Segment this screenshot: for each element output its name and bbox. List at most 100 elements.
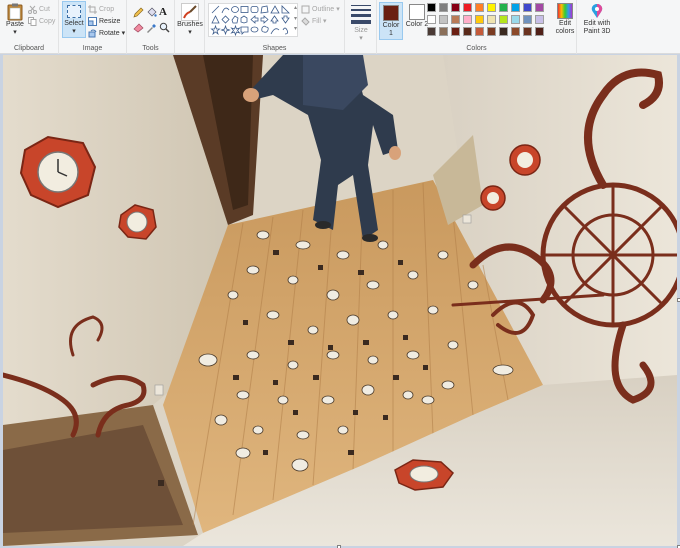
shapes-gallery[interactable]: ▴ ▾ ▾ bbox=[208, 3, 298, 37]
palette-swatch[interactable] bbox=[511, 15, 520, 24]
crop-label: Crop bbox=[99, 6, 115, 13]
palette-swatch[interactable] bbox=[451, 3, 460, 12]
paste-button[interactable]: Paste ▾ bbox=[4, 3, 26, 37]
palette-swatch[interactable] bbox=[475, 15, 484, 24]
shapes-gallery-icons bbox=[210, 5, 290, 37]
palette-swatch[interactable] bbox=[475, 27, 484, 36]
copy-icon bbox=[28, 17, 37, 26]
colors-group-label: Colors bbox=[466, 45, 487, 52]
wall-clock-large bbox=[19, 135, 97, 209]
size-group: Size ▾ bbox=[345, 0, 377, 54]
rotate-label: Rotate bbox=[99, 30, 120, 37]
fill-button[interactable]: Fill ▾ bbox=[301, 16, 326, 27]
scissors-icon bbox=[28, 5, 37, 14]
edit-colors-button[interactable]: Edit colors bbox=[553, 2, 577, 42]
palette-swatch[interactable] bbox=[439, 15, 448, 24]
select-rect-icon bbox=[67, 5, 81, 18]
paint3d-group: Edit with Paint 3D bbox=[577, 0, 617, 54]
canvas-area bbox=[0, 55, 680, 548]
palette-swatch[interactable] bbox=[463, 27, 472, 36]
select-button[interactable]: Select ▾ bbox=[62, 1, 86, 38]
brushes-label: Brushes bbox=[177, 21, 203, 28]
resize-button[interactable]: Resize bbox=[88, 16, 120, 27]
palette-swatch[interactable] bbox=[523, 15, 532, 24]
fill-icon bbox=[301, 17, 310, 26]
wall-clock-right-2 bbox=[480, 185, 506, 211]
tools-group-label: Tools bbox=[142, 45, 159, 52]
ribbon-toolbar: Paste ▾ Cut Copy Clipboard Select ▾ Crop… bbox=[0, 0, 680, 54]
palette-swatch[interactable] bbox=[487, 27, 496, 36]
brush-icon bbox=[181, 3, 199, 21]
chevron-down-icon: ▾ bbox=[121, 30, 126, 37]
palette-swatch[interactable] bbox=[511, 3, 520, 12]
chevron-down-icon: ▾ bbox=[359, 35, 363, 42]
pencil-icon[interactable] bbox=[133, 7, 144, 18]
palette-swatch[interactable] bbox=[535, 15, 544, 24]
palette-swatch[interactable] bbox=[451, 15, 460, 24]
clipboard-group-label: Clipboard bbox=[14, 45, 44, 52]
palette-swatch[interactable] bbox=[451, 27, 460, 36]
paint3d-icon bbox=[589, 3, 605, 19]
image-group: Select ▾ Crop Resize Rotate ▾ Image bbox=[59, 0, 127, 54]
color-picker-icon[interactable] bbox=[146, 22, 157, 33]
palette-swatch[interactable] bbox=[511, 27, 520, 36]
chevron-down-icon: ▾ bbox=[336, 6, 340, 13]
select-label: Select bbox=[64, 20, 84, 27]
edit-with-paint3d-button[interactable]: Edit with Paint 3D bbox=[579, 2, 615, 42]
palette-swatch[interactable] bbox=[499, 15, 508, 24]
paint-window: Paste ▾ Cut Copy Clipboard Select ▾ Crop… bbox=[0, 0, 680, 548]
edit-colors-label: Edit colors bbox=[555, 20, 575, 35]
palette-swatch[interactable] bbox=[487, 3, 496, 12]
palette-swatch[interactable] bbox=[535, 27, 544, 36]
tools-group: A Tools bbox=[127, 0, 175, 54]
shapes-group-label: Shapes bbox=[262, 45, 287, 52]
text-icon[interactable]: A bbox=[159, 6, 170, 18]
palette-swatch[interactable] bbox=[499, 27, 508, 36]
chevron-down-icon: ▾ bbox=[322, 18, 327, 25]
scroll-up-icon[interactable]: ▴ bbox=[294, 4, 297, 11]
palette-swatch[interactable] bbox=[463, 3, 472, 12]
fill-bucket-icon[interactable] bbox=[146, 7, 157, 18]
outline-icon bbox=[301, 5, 310, 14]
color1-label: Color 1 bbox=[382, 22, 400, 37]
resize-label: Resize bbox=[99, 18, 121, 25]
palette-swatch[interactable] bbox=[439, 27, 448, 36]
cut-button[interactable]: Cut bbox=[28, 4, 50, 15]
painting-surreal-room-clocks bbox=[3, 55, 677, 546]
rotate-button[interactable]: Rotate ▾ bbox=[88, 28, 125, 39]
fill-label: Fill bbox=[312, 18, 321, 25]
eraser-icon[interactable] bbox=[133, 22, 144, 33]
chevron-down-icon: ▾ bbox=[72, 28, 76, 35]
palette-swatch[interactable] bbox=[535, 3, 544, 12]
palette-swatch[interactable] bbox=[427, 3, 436, 12]
scroll-down-icon[interactable]: ▾ bbox=[294, 15, 297, 22]
palette-swatch[interactable] bbox=[463, 15, 472, 24]
color1-button[interactable]: Color 1 bbox=[379, 2, 403, 40]
rotate-icon bbox=[88, 29, 97, 38]
color2-swatch bbox=[409, 4, 425, 20]
palette-swatch[interactable] bbox=[523, 3, 532, 12]
size-button[interactable]: Size ▾ bbox=[348, 3, 374, 42]
brushes-button[interactable]: Brushes ▾ bbox=[177, 3, 203, 37]
resize-icon bbox=[88, 17, 97, 26]
size-label: Size bbox=[354, 27, 368, 34]
copy-button[interactable]: Copy bbox=[28, 16, 55, 27]
palette-swatch[interactable] bbox=[427, 27, 436, 36]
palette-swatch[interactable] bbox=[427, 15, 436, 24]
palette-swatch[interactable] bbox=[499, 3, 508, 12]
image-group-label: Image bbox=[82, 45, 103, 52]
palette-swatch[interactable] bbox=[523, 27, 532, 36]
magnifier-icon[interactable] bbox=[159, 22, 170, 33]
clipboard-group: Paste ▾ Cut Copy Clipboard bbox=[0, 0, 59, 54]
palette-swatch[interactable] bbox=[439, 3, 448, 12]
outline-button[interactable]: Outline ▾ bbox=[301, 4, 340, 15]
wall-clock-right-1 bbox=[509, 144, 541, 176]
expand-gallery-icon[interactable]: ▾ bbox=[294, 25, 297, 32]
rainbow-palette-icon bbox=[557, 3, 573, 19]
drawing-canvas[interactable] bbox=[3, 55, 677, 546]
color2-button[interactable]: Color 2 bbox=[405, 2, 429, 40]
palette-swatch[interactable] bbox=[487, 15, 496, 24]
crop-icon bbox=[88, 5, 97, 14]
palette-swatch[interactable] bbox=[475, 3, 484, 12]
crop-button[interactable]: Crop bbox=[88, 4, 114, 15]
